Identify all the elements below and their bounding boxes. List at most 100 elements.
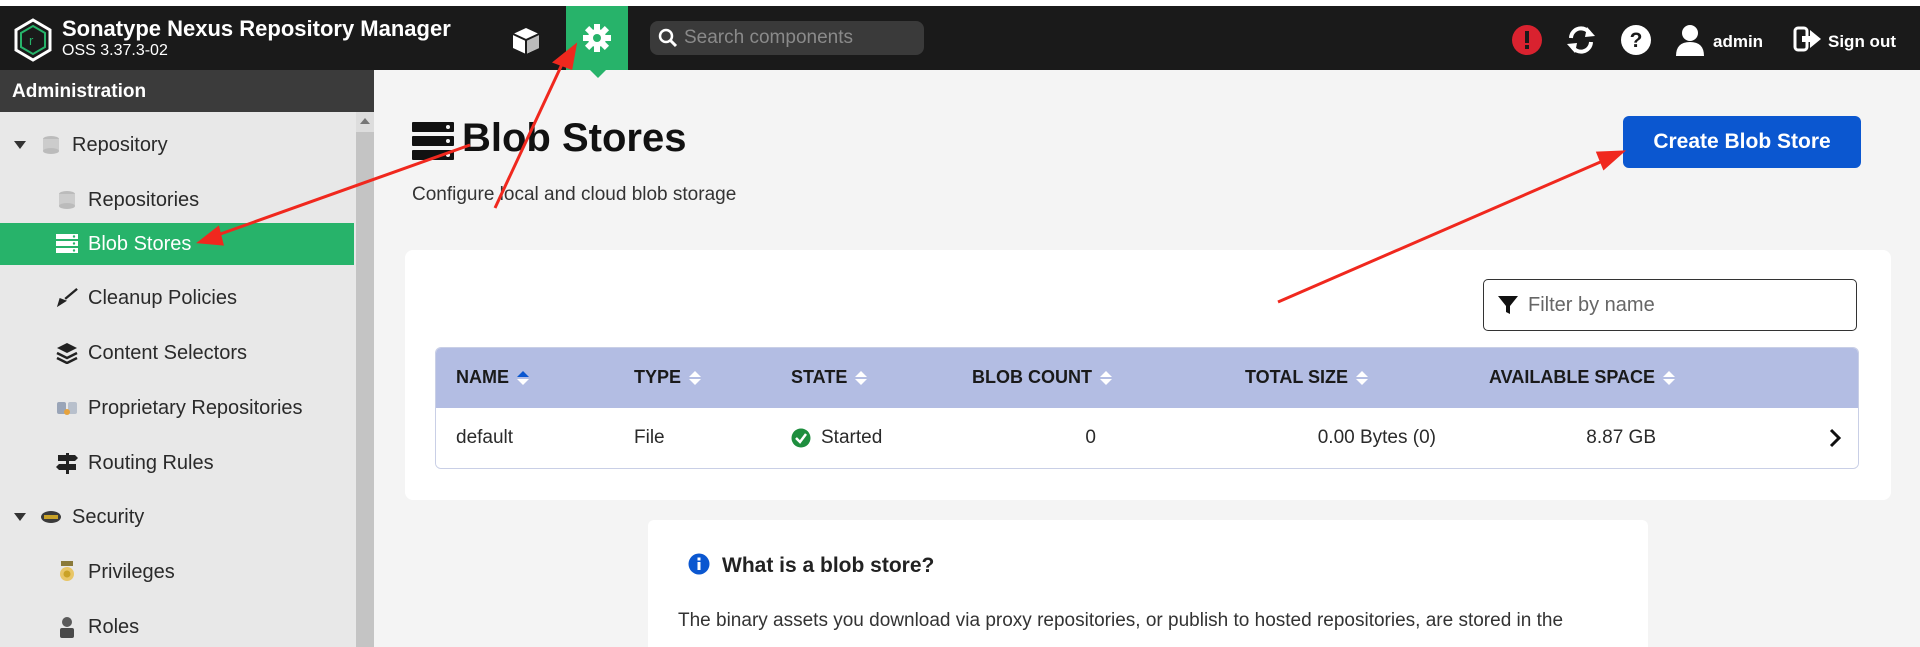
- blob-stores-title-icon: [412, 122, 454, 165]
- browse-button[interactable]: [500, 12, 552, 70]
- chevron-right-icon[interactable]: [1828, 428, 1842, 448]
- cell-available-space: 8.87 GB: [1586, 427, 1656, 448]
- search-icon: [658, 28, 678, 48]
- sidebar-item-security[interactable]: Security: [0, 496, 354, 538]
- sidebar-scrollbar[interactable]: [356, 112, 374, 647]
- cell-total-size: 0.00 Bytes (0): [1317, 427, 1436, 448]
- cell-state: Started: [791, 427, 882, 449]
- sidebar-item-blob-stores[interactable]: Blob Stores: [0, 223, 354, 265]
- refresh-button[interactable]: [1565, 24, 1597, 56]
- sort-icon: [1100, 370, 1112, 385]
- column-header-state[interactable]: STATE: [791, 367, 868, 388]
- gear-icon: [583, 24, 611, 52]
- admin-button[interactable]: [566, 6, 628, 78]
- cell-type: File: [634, 427, 665, 448]
- column-header-label: BLOB COUNT: [972, 367, 1092, 387]
- alert-button[interactable]: [1511, 24, 1543, 56]
- broom-icon: [56, 287, 78, 309]
- search-input[interactable]: [684, 27, 914, 49]
- sidebar-item-label: Privileges: [88, 560, 175, 583]
- proprietary-icon: [56, 397, 78, 419]
- info-title: What is a blob store?: [722, 554, 935, 577]
- sort-icon: [855, 370, 868, 385]
- app-version: OSS 3.37.3-02: [62, 42, 168, 59]
- help-icon: ?: [1621, 25, 1651, 55]
- column-header-label: NAME: [456, 367, 509, 387]
- sidebar-item-label: Blob Stores: [88, 232, 192, 255]
- cell-blob-count: 0: [1085, 427, 1096, 448]
- scroll-thumb[interactable]: [356, 132, 374, 647]
- sidebar-item-label: Proprietary Repositories: [88, 396, 303, 419]
- table-header: NAME TYPE STATE BLOB COUNT TOTAL SIZE AV…: [436, 348, 1858, 408]
- cell-name: default: [456, 427, 514, 448]
- signpost-icon: [56, 452, 78, 474]
- user-icon: [1676, 25, 1704, 56]
- sidebar-item-cleanup-policies[interactable]: Cleanup Policies: [0, 277, 354, 319]
- server-icon: [56, 233, 78, 255]
- sidebar-item-content-selectors[interactable]: Content Selectors: [0, 332, 354, 374]
- caret-down-icon[interactable]: [14, 513, 26, 521]
- column-header-label: TOTAL SIZE: [1245, 367, 1349, 387]
- nexus-logo-icon: r: [14, 18, 52, 62]
- column-header-total-size[interactable]: TOTAL SIZE: [1245, 367, 1369, 388]
- column-header-label: STATE: [791, 367, 848, 387]
- sidebar-item-label: Repositories: [88, 188, 200, 211]
- svg-text:?: ?: [1630, 29, 1643, 52]
- search-box[interactable]: [650, 21, 924, 55]
- table-row[interactable]: default File Started 0 0.00 Bytes (0) 8.…: [436, 408, 1858, 468]
- user-button[interactable]: [1675, 24, 1705, 56]
- column-header-label: TYPE: [634, 367, 682, 387]
- sidebar-item-privileges[interactable]: Privileges: [0, 551, 354, 593]
- sidebar-item-label: Repository: [72, 133, 168, 156]
- database-icon: [56, 189, 78, 211]
- alert-icon: [1512, 25, 1542, 55]
- info-icon: [688, 553, 710, 575]
- check-circle-icon: [791, 428, 811, 448]
- svg-text:r: r: [29, 33, 34, 48]
- police-cap-icon: [40, 506, 62, 528]
- sort-icon: [689, 370, 702, 385]
- column-header-label: AVAILABLE SPACE: [1489, 367, 1656, 387]
- sort-icon: [1356, 370, 1369, 385]
- column-header-type[interactable]: TYPE: [634, 367, 702, 388]
- top-bar: r Sonatype Nexus Repository Manager OSS …: [0, 0, 1920, 78]
- sidebar-item-routing-rules[interactable]: Routing Rules: [0, 442, 354, 484]
- signout-label[interactable]: Sign out: [1828, 32, 1896, 52]
- database-icon: [40, 134, 62, 156]
- page-title: Blob Stores: [462, 116, 687, 160]
- state-label: Started: [821, 427, 883, 448]
- sidebar-item-repository[interactable]: Repository: [0, 124, 354, 166]
- blob-stores-table: NAME TYPE STATE BLOB COUNT TOTAL SIZE AV…: [435, 347, 1859, 469]
- sidebar-header: Administration: [0, 70, 374, 112]
- column-header-name[interactable]: NAME: [456, 367, 529, 388]
- role-person-icon: [56, 616, 78, 638]
- sidebar-item-label: Security: [72, 505, 145, 528]
- filter-box[interactable]: [1483, 279, 1857, 331]
- sidebar-item-label: Cleanup Policies: [88, 286, 237, 309]
- blob-stores-card: NAME TYPE STATE BLOB COUNT TOTAL SIZE AV…: [405, 250, 1891, 500]
- filter-input[interactable]: [1528, 293, 1828, 317]
- caret-down-icon[interactable]: [14, 141, 26, 149]
- help-button[interactable]: ?: [1620, 24, 1652, 56]
- signout-button[interactable]: [1793, 24, 1823, 54]
- sign-out-icon: [1793, 26, 1821, 52]
- filter-icon: [1498, 296, 1518, 314]
- refresh-icon: [1567, 26, 1595, 54]
- sidebar-item-roles[interactable]: Roles: [0, 606, 354, 647]
- sidebar-item-proprietary-repositories[interactable]: Proprietary Repositories: [0, 387, 354, 429]
- sidebar-item-repositories[interactable]: Repositories: [0, 179, 354, 221]
- sort-asc-icon: [517, 370, 529, 385]
- sidebar-item-label: Roles: [88, 615, 140, 638]
- layers-icon: [56, 342, 78, 364]
- scroll-up-icon[interactable]: [360, 118, 370, 124]
- create-blob-store-button[interactable]: Create Blob Store: [1623, 116, 1861, 168]
- info-card: What is a blob store? The binary assets …: [648, 520, 1648, 647]
- app-title: Sonatype Nexus Repository Manager: [62, 16, 451, 41]
- sidebar-item-label: Routing Rules: [88, 451, 214, 474]
- sidebar-item-label: Content Selectors: [88, 341, 247, 364]
- page-subtitle: Configure local and cloud blob storage: [412, 184, 737, 205]
- column-header-blob-count[interactable]: BLOB COUNT: [972, 367, 1112, 388]
- column-header-available-space[interactable]: AVAILABLE SPACE: [1489, 367, 1676, 388]
- info-body: The binary assets you download via proxy…: [678, 610, 1564, 631]
- username-label[interactable]: admin: [1713, 32, 1763, 52]
